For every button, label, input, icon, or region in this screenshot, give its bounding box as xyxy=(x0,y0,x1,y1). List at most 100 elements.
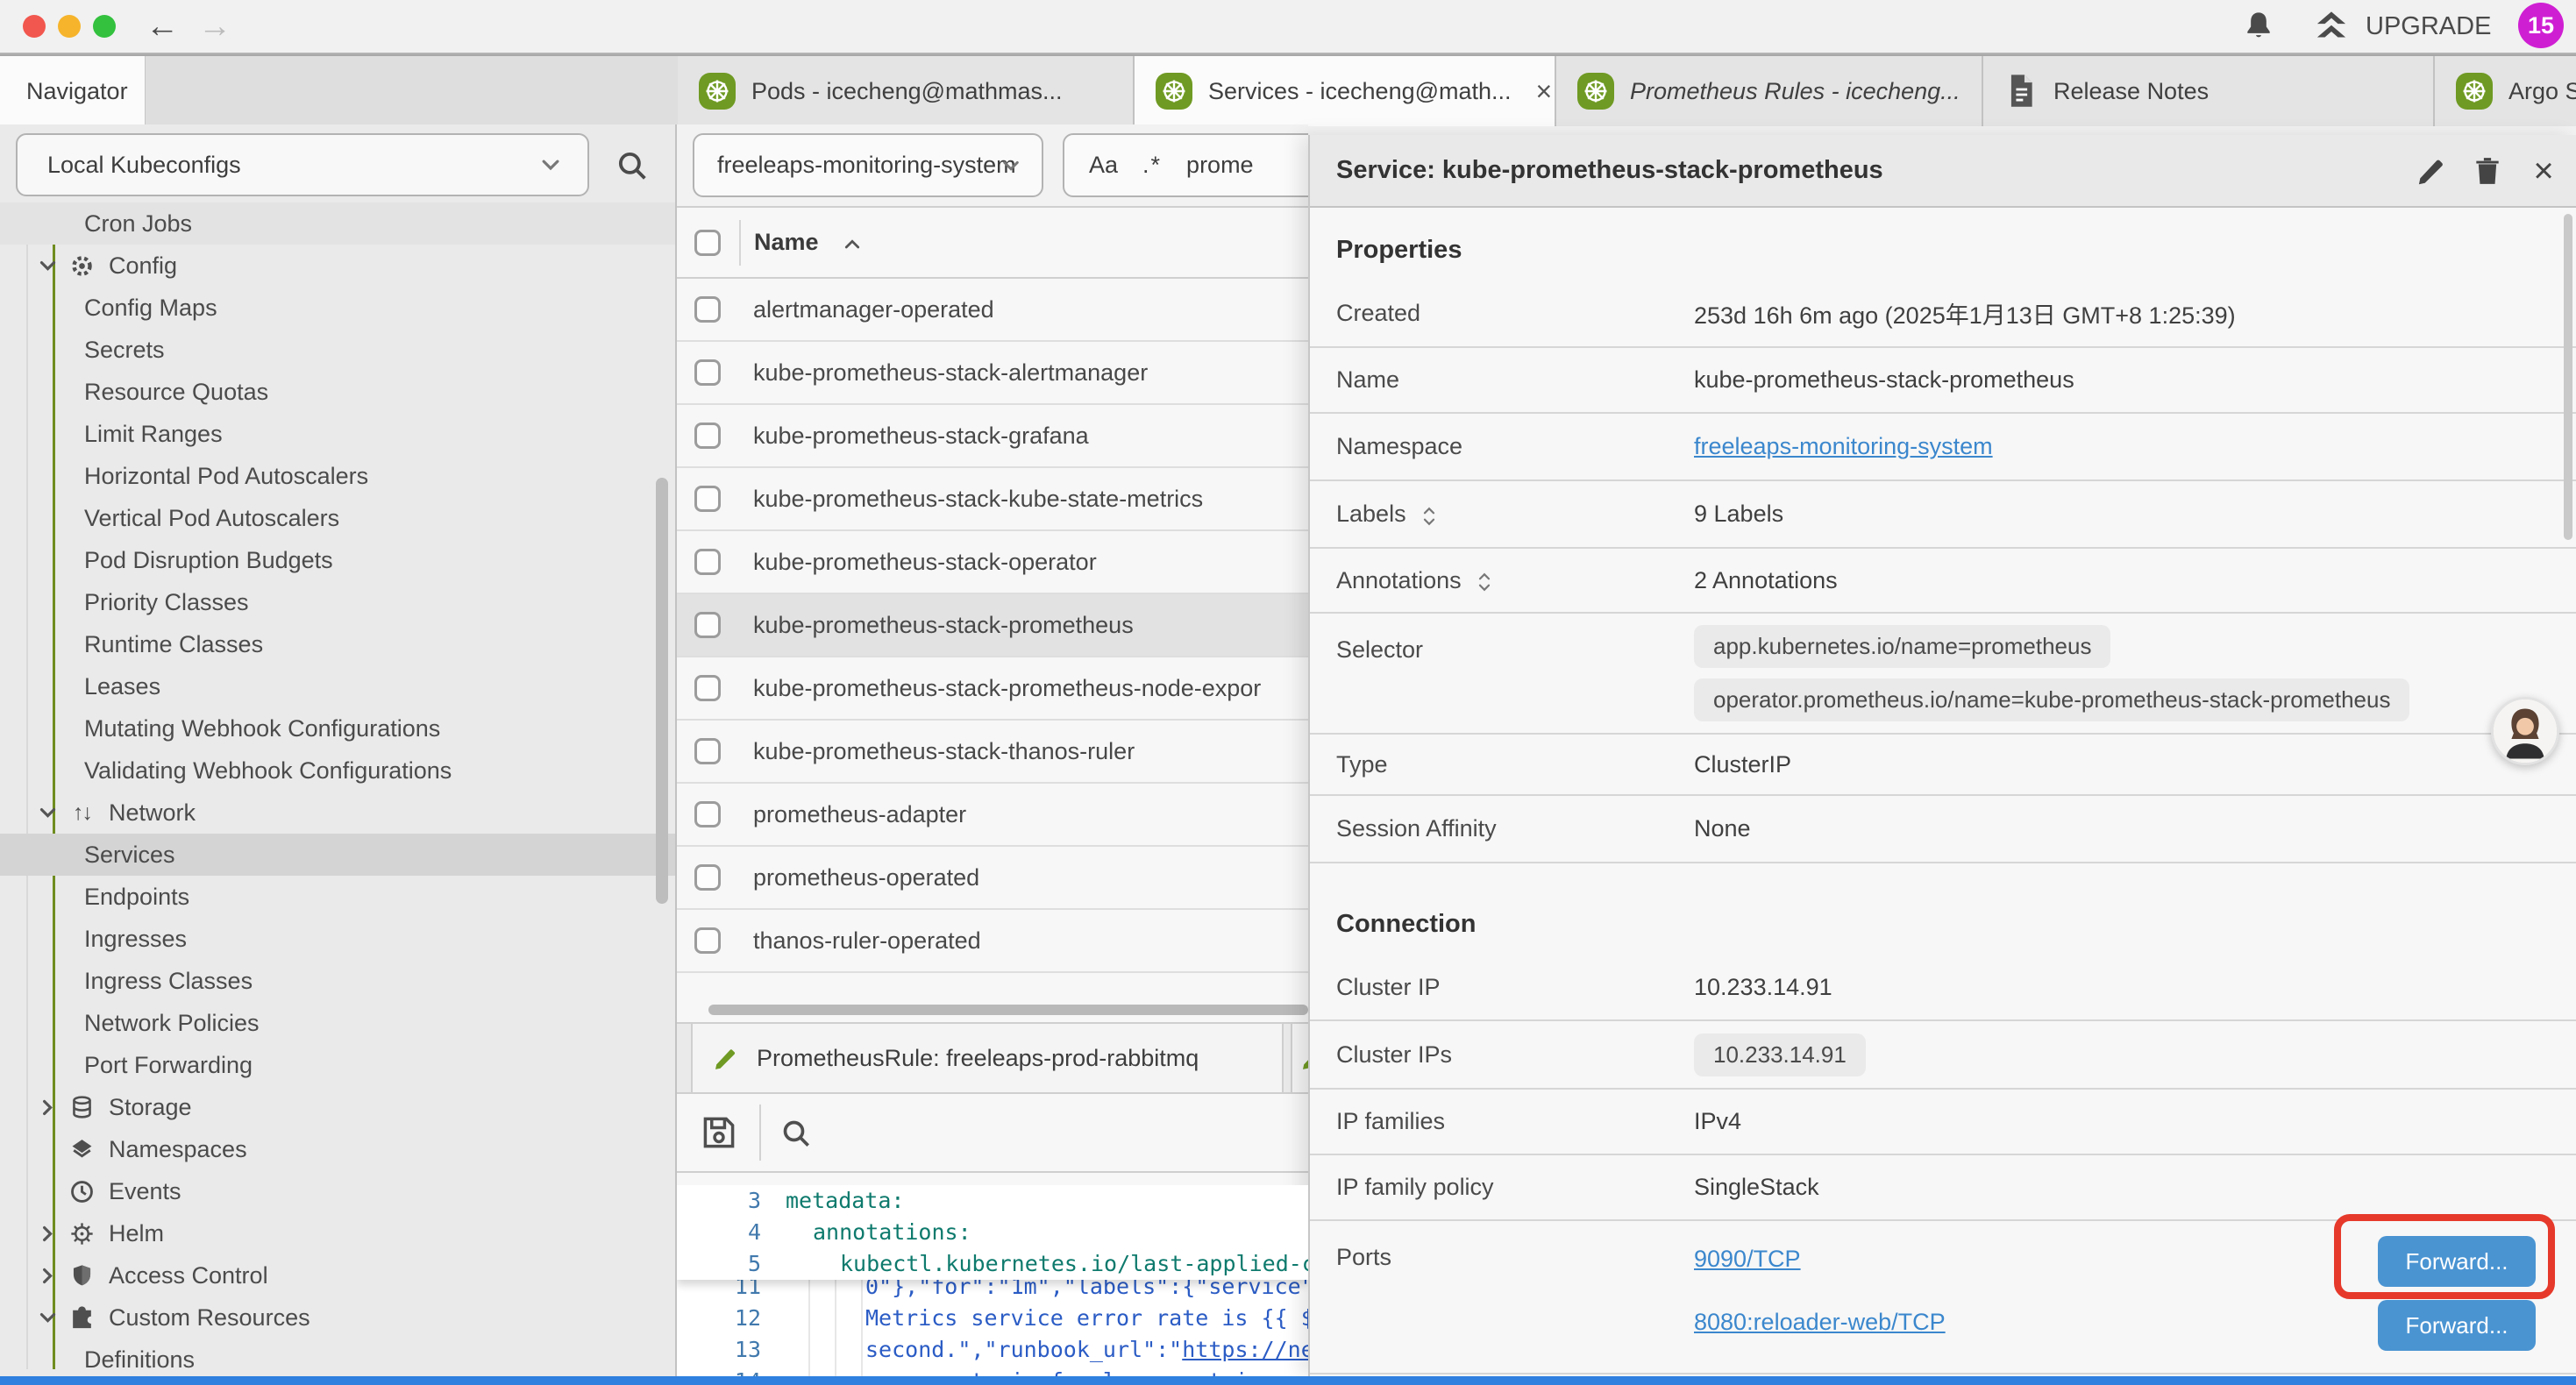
forward-arrow-icon[interactable]: → xyxy=(198,4,231,48)
select-all-checkbox[interactable] xyxy=(694,230,721,256)
sidebar-item-network-policies[interactable]: Network Policies xyxy=(0,1002,677,1044)
expand-collapse-icon[interactable] xyxy=(1476,569,1493,592)
forward-port-button[interactable]: Forward... xyxy=(2378,1300,2536,1351)
tab-argo[interactable]: Argo Se xyxy=(2435,56,2576,126)
sidebar-item-pod-disruption-budgets[interactable]: Pod Disruption Budgets xyxy=(0,539,677,581)
table-row[interactable]: kube-prometheus-stack-prometheus-node-ex… xyxy=(677,657,1308,721)
sidebar-item-limit-ranges[interactable]: Limit Ranges xyxy=(0,413,677,455)
row-checkbox[interactable] xyxy=(694,612,721,638)
row-checkbox[interactable] xyxy=(694,801,721,827)
row-checkbox[interactable] xyxy=(694,675,721,701)
row-checkbox[interactable] xyxy=(694,738,721,764)
table-row[interactable]: kube-prometheus-stack-alertmanager xyxy=(677,342,1308,405)
sidebar-item-mutating-webhook-configurations[interactable]: Mutating Webhook Configurations xyxy=(0,707,677,749)
sidebar-group-storage[interactable]: Storage xyxy=(0,1086,677,1128)
sidebar-item-config-maps[interactable]: Config Maps xyxy=(0,287,677,329)
table-row[interactable]: kube-prometheus-stack-thanos-ruler xyxy=(677,721,1308,784)
row-checkbox[interactable] xyxy=(694,359,721,386)
detail-scrollbar[interactable] xyxy=(2564,214,2572,540)
table-row[interactable]: prometheus-operated xyxy=(677,847,1308,910)
kubeconfig-selector[interactable]: Local Kubeconfigs xyxy=(16,133,589,196)
sidebar-group-custom-resources[interactable]: Custom Resources xyxy=(0,1296,677,1339)
sidebar-scrollbar[interactable] xyxy=(656,478,668,904)
sidebar-item-vertical-pod-autoscalers[interactable]: Vertical Pod Autoscalers xyxy=(0,497,677,539)
detail-header: Service: kube-prometheus-stack-prometheu… xyxy=(1310,135,2576,208)
search-icon[interactable] xyxy=(614,147,651,184)
match-case-toggle[interactable]: Aa xyxy=(1089,152,1118,179)
sidebar-item-runtime-classes[interactable]: Runtime Classes xyxy=(0,623,677,665)
sidebar-item-validating-webhook-configurations[interactable]: Validating Webhook Configurations xyxy=(0,749,677,792)
sidebar-item-secrets[interactable]: Secrets xyxy=(0,329,677,371)
save-icon[interactable] xyxy=(700,1113,738,1152)
close-icon[interactable]: × xyxy=(2527,154,2560,188)
sidebar-item-leases[interactable]: Leases xyxy=(0,665,677,707)
row-checkbox[interactable] xyxy=(694,927,721,954)
sidebar-item-port-forwarding[interactable]: Port Forwarding xyxy=(0,1044,677,1086)
sidebar-group-helm[interactable]: Helm xyxy=(0,1212,677,1254)
expand-collapse-icon[interactable] xyxy=(1420,503,1438,526)
assistant-avatar[interactable] xyxy=(2491,697,2559,765)
sidebar-item-events[interactable]: Events xyxy=(0,1170,677,1212)
sidebar-item-resource-quotas[interactable]: Resource Quotas xyxy=(0,371,677,413)
sidebar-item-namespaces[interactable]: Namespaces xyxy=(0,1128,677,1170)
table-row[interactable]: kube-prometheus-stack-kube-state-metrics xyxy=(677,468,1308,531)
close-tab-icon[interactable]: × xyxy=(1536,77,1553,105)
table-row[interactable]: thanos-ruler-operated xyxy=(677,910,1308,973)
namespace-link[interactable]: freeleaps-monitoring-system xyxy=(1694,433,1993,460)
table-row[interactable]: alertmanager-operated xyxy=(677,279,1308,342)
upgrade-label[interactable]: UPGRADE xyxy=(2366,12,2491,41)
namespace-filter-dropdown[interactable]: freeleaps-monitoring-system xyxy=(693,133,1043,197)
row-checkbox[interactable] xyxy=(694,486,721,512)
sidebar-item-ingress-classes[interactable]: Ingress Classes xyxy=(0,960,677,1002)
column-header-name[interactable]: Name xyxy=(754,229,819,256)
search-icon[interactable] xyxy=(779,1116,814,1151)
table-row[interactable]: kube-prometheus-stack-grafana xyxy=(677,405,1308,468)
connection-row-cluster-ip: Cluster IP 10.233.14.91 xyxy=(1310,955,2576,1021)
editor-tab-next-partial[interactable] xyxy=(1291,1024,1308,1092)
row-checkbox[interactable] xyxy=(694,864,721,891)
connection-row-ip-families: IP families IPv4 xyxy=(1310,1090,2576,1155)
runbook-url-link[interactable]: https://net xyxy=(1182,1337,1308,1362)
sidebar-group-access-control[interactable]: Access Control xyxy=(0,1254,677,1296)
sort-ascending-icon[interactable] xyxy=(842,234,863,255)
search-filter-input[interactable]: Aa .* prome xyxy=(1063,133,1308,197)
sidebar-item-definitions[interactable]: Definitions xyxy=(0,1339,677,1376)
sidebar-item-horizontal-pod-autoscalers[interactable]: Horizontal Pod Autoscalers xyxy=(0,455,677,497)
tab-prometheus-rules[interactable]: Prometheus Rules - icecheng... xyxy=(1556,56,1983,126)
table-row[interactable]: kube-prometheus-stack-operator xyxy=(677,531,1308,594)
sidebar-group-network[interactable]: ↑↓ Network xyxy=(0,792,677,834)
row-checkbox[interactable] xyxy=(694,423,721,449)
port-link-8080[interactable]: 8080:reloader-web/TCP xyxy=(1694,1309,1946,1336)
horizontal-scrollbar[interactable] xyxy=(708,1005,1308,1015)
tab-services[interactable]: Services - icecheng@math... × xyxy=(1135,56,1556,126)
navigator-panel-tab[interactable]: Navigator xyxy=(0,56,146,126)
kubernetes-icon xyxy=(699,73,736,110)
notification-count-badge[interactable]: 15 xyxy=(2518,3,2564,48)
sidebar-item-cron-jobs[interactable]: Cron Jobs xyxy=(0,202,677,245)
edit-pencil-icon[interactable] xyxy=(2415,154,2448,188)
port-link-9090[interactable]: 9090/TCP xyxy=(1694,1246,1801,1273)
close-window-button[interactable] xyxy=(23,15,46,38)
row-checkbox[interactable] xyxy=(694,549,721,575)
sidebar-item-endpoints[interactable]: Endpoints xyxy=(0,876,677,918)
yaml-editor[interactable]: 3metadata: 4annotations: 5kubectl.kubern… xyxy=(677,1185,1308,1376)
list-toolbar: freeleaps-monitoring-system Aa .* prome xyxy=(677,124,1308,208)
trash-icon[interactable] xyxy=(2471,154,2504,188)
upgrade-icon[interactable] xyxy=(2311,7,2352,47)
minimize-window-button[interactable] xyxy=(58,15,81,38)
sidebar-item-ingresses[interactable]: Ingresses xyxy=(0,918,677,960)
tab-release-notes[interactable]: Release Notes xyxy=(1983,56,2435,126)
sidebar-group-config[interactable]: Config xyxy=(0,245,677,287)
table-row[interactable]: prometheus-adapter xyxy=(677,784,1308,847)
regex-toggle[interactable]: .* xyxy=(1142,152,1162,179)
maximize-window-button[interactable] xyxy=(93,15,116,38)
sidebar-item-priority-classes[interactable]: Priority Classes xyxy=(0,581,677,623)
forward-port-button[interactable]: Forward... xyxy=(2378,1236,2536,1287)
table-row-selected[interactable]: kube-prometheus-stack-prometheus xyxy=(677,594,1308,657)
sidebar-item-services[interactable]: Services xyxy=(0,834,677,876)
editor-tab-prometheusrule[interactable]: PrometheusRule: freeleaps-prod-rabbitmq xyxy=(691,1024,1284,1092)
tab-pods[interactable]: Pods - icecheng@mathmas... xyxy=(678,56,1135,126)
row-checkbox[interactable] xyxy=(694,296,721,323)
notifications-bell-icon[interactable] xyxy=(2241,9,2276,44)
back-arrow-icon[interactable]: ← xyxy=(146,4,179,48)
